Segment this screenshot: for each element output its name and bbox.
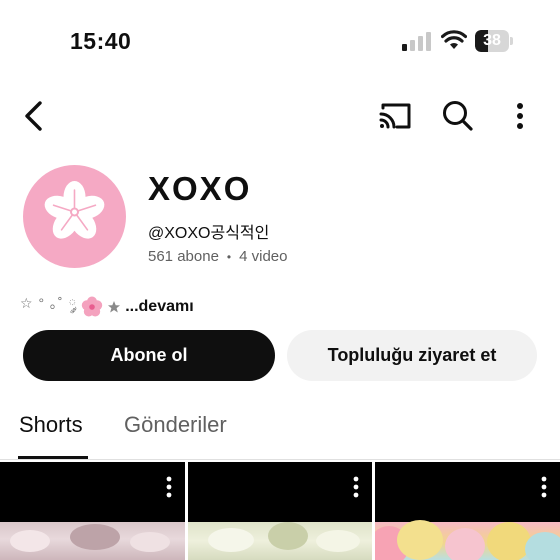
more-vertical-icon[interactable] (352, 476, 360, 498)
cast-icon (379, 103, 411, 129)
cherry-blossom-icon (81, 296, 103, 317)
more-vertical-icon (517, 103, 523, 129)
more-vertical-icon[interactable] (165, 476, 173, 498)
more-vertical-icon[interactable] (540, 476, 548, 498)
more-options-button[interactable] (506, 98, 534, 134)
back-button[interactable] (16, 96, 52, 136)
status-time: 15:40 (70, 28, 132, 54)
description-more-link[interactable]: ...devamı (125, 298, 193, 316)
short-thumbnail[interactable] (0, 462, 185, 560)
channel-description[interactable]: ☆ ° ｡˚ ༘ ...devamı (20, 287, 194, 327)
subscriber-count: 561 abone (148, 248, 219, 265)
back-arrow-icon (25, 101, 42, 131)
tab-posts[interactable]: Gönderiler (124, 412, 227, 438)
battery-percent: 38 (483, 32, 501, 49)
tab-shorts[interactable]: Shorts (19, 412, 83, 438)
wifi-icon (441, 30, 467, 49)
star-icon (108, 301, 121, 313)
tab-divider (0, 459, 560, 460)
search-icon (443, 101, 473, 131)
visit-community-button[interactable]: Topluluğu ziyaret et (287, 330, 537, 381)
channel-name: XOXO (148, 170, 252, 207)
short-image (375, 520, 560, 560)
short-thumbnail[interactable] (188, 462, 372, 560)
short-image (188, 522, 372, 560)
cellular-signal-icon (402, 32, 431, 51)
channel-avatar[interactable] (23, 165, 126, 268)
description-text: ☆ ° ｡˚ ༘ (20, 295, 78, 311)
short-thumbnail[interactable] (375, 462, 560, 560)
battery-cap (510, 37, 513, 45)
channel-stats: 561 abone • 4 video (148, 248, 287, 265)
short-image (0, 522, 185, 560)
battery-indicator: 38 (475, 30, 513, 52)
search-button[interactable] (440, 98, 476, 134)
video-count: 4 video (239, 248, 288, 265)
flower-logo-icon (44, 181, 105, 239)
cast-button[interactable] (376, 98, 414, 134)
stats-separator: • (226, 249, 232, 264)
subscribe-button[interactable]: Abone ol (23, 330, 275, 381)
channel-handle: @XOXO공식적인 (148, 225, 270, 242)
